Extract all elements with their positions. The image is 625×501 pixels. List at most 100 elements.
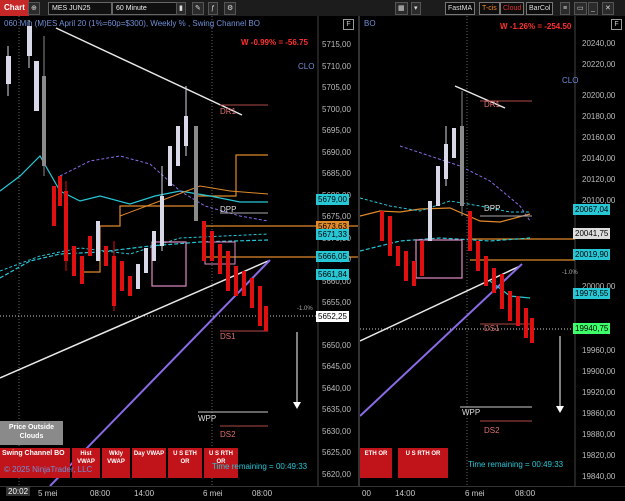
day-vwap-button[interactable]: Day VWAP — [132, 448, 166, 478]
draw-tools-icon[interactable]: ✎ — [192, 2, 204, 15]
price-tick: 20120,00 — [582, 175, 616, 184]
panel-settings-icon[interactable]: F — [611, 19, 622, 30]
price-tick: 19860,00 — [582, 409, 616, 418]
pct-label: -1.0% — [297, 306, 313, 312]
price-tick: 5620,00 — [322, 470, 351, 479]
ds2-label: DS2 — [220, 430, 236, 439]
price-tick: 19900,00 — [582, 367, 616, 376]
time-axis[interactable]: 20:02 5 mei 08:00 14:00 6 mei 08:00 00 1… — [0, 486, 625, 501]
wpp-label: WPP — [198, 414, 217, 423]
price-tick: 5710,00 — [322, 62, 351, 71]
price-tick: 19920,00 — [582, 388, 616, 397]
price-tick: 20180,00 — [582, 112, 616, 121]
price-tick: 5685,00 — [322, 169, 351, 178]
price-tag: 20067,04 — [573, 204, 611, 215]
indicator-cloud[interactable]: Cloud — [500, 2, 525, 15]
window-icon[interactable]: ▭ — [574, 2, 587, 15]
price-tick: 20200,00 — [582, 91, 616, 100]
price-tick: 5695,00 — [322, 126, 351, 135]
price-tag: 5661,84 — [316, 269, 349, 280]
panel-settings-icon[interactable]: F — [343, 19, 354, 30]
price-tick: 5640,00 — [322, 384, 351, 393]
add-icon[interactable]: ⊕ — [28, 2, 40, 15]
price-tick: 5715,00 — [322, 40, 351, 49]
price-tick: 5705,00 — [322, 83, 351, 92]
wkly-vwap-button[interactable]: Wkly VWAP — [102, 448, 130, 478]
time-tick: 6 mei — [465, 489, 485, 498]
price-tick: 20140,00 — [582, 154, 616, 163]
us-eth-or-button[interactable]: ETH OR — [360, 448, 392, 478]
crosshair-time: 20:02 — [6, 487, 31, 496]
time-tick: 00 — [362, 489, 371, 498]
dropdown-icon[interactable]: ▾ — [411, 2, 421, 15]
price-tick: 5630,00 — [322, 427, 351, 436]
dpp-label: DPP — [484, 204, 501, 213]
price-tick: 5645,00 — [322, 362, 351, 371]
instrument-selector[interactable]: MES JUN25 — [48, 2, 112, 15]
time-tick: 14:00 — [395, 489, 416, 498]
strategy-icon[interactable]: ⚙ — [224, 2, 237, 15]
price-tick: 5655,00 — [322, 298, 351, 307]
price-tick: 19820,00 — [582, 451, 616, 460]
price-tick: 20160,00 — [582, 133, 616, 142]
list-icon[interactable]: ≡ — [560, 2, 571, 15]
clo-label: CLO — [298, 62, 315, 71]
price-tag: 20019,90 — [573, 249, 611, 260]
price-tick: 5635,00 — [322, 405, 351, 414]
dr1-label: DR1 — [220, 107, 237, 116]
time-tick: 08:00 — [515, 489, 536, 498]
grid-icon[interactable]: ▦ — [395, 2, 408, 15]
dr1-label: DR1 — [484, 100, 501, 109]
indicators-icon[interactable]: ƒ — [208, 2, 218, 15]
price-tag: 19978,55 — [573, 288, 611, 299]
price-tag: 5671,33 — [316, 229, 349, 240]
close-icon[interactable]: ✕ — [602, 2, 614, 15]
pnl-label: W -1.26% = -254.50 — [500, 22, 572, 31]
copyright: © 2025 NinjaTrader, LLC — [4, 465, 93, 474]
price-tick: 19880,00 — [582, 430, 616, 439]
minimize-icon[interactable]: _ — [588, 2, 598, 15]
us-eth-or-button[interactable]: U S ETH OR — [168, 448, 202, 478]
time-tick: 08:00 — [252, 489, 273, 498]
clo-label: CLO — [562, 76, 579, 85]
time-remaining: Time remaining = 00:49:33 — [468, 460, 564, 469]
price-tick: 19840,00 — [582, 472, 616, 481]
ds1-label: DS1 — [484, 324, 500, 333]
chart-title: 060 Min (M)ES April 20 (1%=60p=$300), We… — [4, 19, 260, 28]
price-tick: 5650,00 — [322, 341, 351, 350]
price-outside-clouds-button[interactable]: Price Outside Clouds — [0, 421, 63, 445]
ds2-label: DS2 — [484, 426, 500, 435]
chart-style-icon[interactable]: ▮ — [176, 2, 186, 15]
time-tick: 6 mei — [203, 489, 223, 498]
last-price-tag: 19940,75 — [573, 323, 611, 334]
left-chart-panel[interactable]: 060 Min (M)ES April 20 (1%=60p=$300), We… — [0, 16, 358, 486]
price-tick: 5690,00 — [322, 148, 351, 157]
price-tick: 5675,00 — [322, 212, 351, 221]
price-tag: 20041,75 — [573, 228, 611, 239]
chart-title: BO — [364, 19, 376, 28]
us-rth-or-button[interactable]: U S RTH OR — [398, 448, 448, 478]
right-chart-panel[interactable]: BO F W -1.26% = -254.50 CLO DR1 DPP -1.0… — [360, 16, 625, 486]
price-tag: 5679,00 — [316, 194, 349, 205]
price-tick: 5625,00 — [322, 448, 351, 457]
wpp-label: WPP — [462, 408, 481, 417]
indicator-tcis[interactable]: T-cis — [479, 2, 500, 15]
price-tick: 20240,00 — [582, 39, 616, 48]
time-tick: 14:00 — [134, 489, 155, 498]
left-chart-canvas — [0, 16, 358, 486]
price-tick: 20220,00 — [582, 60, 616, 69]
indicator-barcol[interactable]: BarCol — [526, 2, 554, 15]
price-tick: 19960,00 — [582, 346, 616, 355]
ds1-label: DS1 — [220, 332, 236, 341]
time-remaining: Time remaining = 00:49:33 — [212, 462, 308, 471]
chart-toolbar: Chart ⊕ MES JUN25 60 Minute ▮ ✎ ƒ ⚙ ▦ ▾ … — [0, 0, 625, 17]
last-price-tag: 5652,25 — [316, 311, 349, 322]
price-tag: 5666,05 — [316, 251, 349, 262]
pnl-label: W -0.99% = -56.75 — [241, 38, 308, 47]
time-tick: 08:00 — [90, 489, 111, 498]
indicator-fastma[interactable]: FastMA — [445, 2, 476, 15]
time-tick: 5 mei — [38, 489, 58, 498]
interval-selector[interactable]: 60 Minute — [112, 2, 178, 15]
price-tick: 5700,00 — [322, 105, 351, 114]
chart-menu-button[interactable]: Chart — [0, 0, 29, 16]
